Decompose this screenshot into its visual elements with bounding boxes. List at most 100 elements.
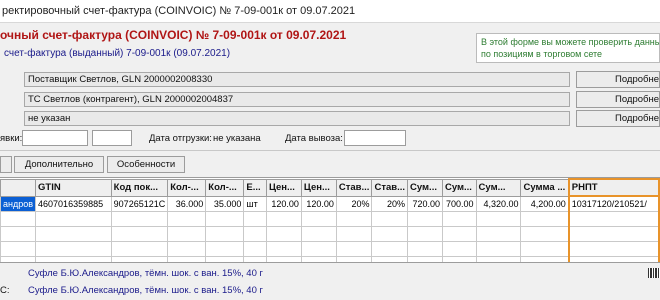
table-cell[interactable]	[243, 211, 267, 227]
table-cell[interactable]	[441, 256, 477, 262]
table-cell[interactable]	[35, 256, 112, 262]
table-cell[interactable]	[567, 226, 660, 242]
table-cell[interactable]	[167, 226, 207, 242]
consignee-field[interactable]: не указан	[24, 111, 570, 126]
table-cell[interactable]: 4607016359885	[35, 195, 112, 212]
table-cell[interactable]	[167, 256, 207, 262]
table-cell[interactable]	[371, 211, 409, 227]
column-header[interactable]: Сум...	[441, 178, 477, 197]
table-cell[interactable]	[475, 211, 522, 227]
table-cell[interactable]	[520, 256, 570, 262]
table-cell[interactable]	[265, 256, 302, 262]
table-cell[interactable]	[407, 256, 443, 262]
table-cell[interactable]	[35, 241, 112, 257]
export-date-input[interactable]	[344, 130, 406, 146]
table-cell[interactable]	[205, 211, 245, 227]
column-header[interactable]: Цен...	[265, 178, 302, 197]
table-cell[interactable]	[265, 211, 302, 227]
table-cell[interactable]	[335, 226, 373, 242]
counterparty-field[interactable]: ТС Светлов (контрагент), GLN 20000020048…	[24, 92, 570, 107]
table-cell[interactable]	[243, 226, 267, 242]
table-cell[interactable]: 36.000	[167, 195, 207, 212]
delivery-time-input[interactable]	[92, 130, 132, 146]
counterparty-details-button[interactable]: Подробне	[576, 91, 660, 108]
table-cell[interactable]: андров	[0, 195, 37, 212]
table-cell[interactable]: 120.00	[265, 195, 302, 212]
table-cell[interactable]: 4,320.00	[475, 195, 522, 212]
table-cell[interactable]	[110, 226, 169, 242]
column-header[interactable]: Кол-...	[205, 178, 245, 197]
features-button[interactable]: Особенности	[107, 156, 185, 173]
table-cell[interactable]	[335, 256, 373, 262]
table-cell[interactable]	[300, 211, 337, 227]
column-header[interactable]: Е...	[243, 178, 267, 197]
table-cell[interactable]: 35.000	[205, 195, 245, 212]
column-header[interactable]: Цен...	[300, 178, 337, 197]
supplier-details-button[interactable]: Подробне	[576, 71, 660, 88]
table-cell[interactable]	[300, 226, 337, 242]
table-row[interactable]: андров 4607016359885 907265121C 36.000 35.00…	[0, 195, 660, 212]
column-header[interactable]: РНПТ	[567, 178, 660, 197]
table-row-empty[interactable]	[0, 226, 660, 242]
table-cell[interactable]	[0, 256, 37, 262]
table-cell[interactable]	[520, 241, 570, 257]
additional-button[interactable]: Дополнительно	[14, 156, 104, 173]
table-cell[interactable]: 4,200.00	[520, 195, 570, 212]
table-cell[interactable]	[35, 226, 112, 242]
table-cell[interactable]	[475, 241, 522, 257]
consignee-details-button[interactable]: Подробне	[576, 110, 660, 127]
column-header[interactable]: Сум...	[475, 178, 522, 197]
table-cell[interactable]	[205, 226, 245, 242]
table-cell[interactable]	[35, 211, 112, 227]
delivery-date-input[interactable]	[22, 130, 88, 146]
table-cell[interactable]: 120.00	[300, 195, 337, 212]
barcode-icon[interactable]	[648, 268, 660, 278]
table-cell[interactable]	[335, 241, 373, 257]
table-cell[interactable]	[205, 241, 245, 257]
table-row-empty[interactable]	[0, 241, 660, 257]
column-header[interactable]	[0, 178, 37, 197]
table-cell[interactable]	[567, 211, 660, 227]
column-header[interactable]: Сум...	[407, 178, 443, 197]
table-cell[interactable]	[167, 241, 207, 257]
table-cell[interactable]	[110, 256, 169, 262]
table-cell[interactable]	[243, 241, 267, 257]
column-header[interactable]: GTIN	[35, 178, 112, 197]
column-header[interactable]: Код пок...	[110, 178, 169, 197]
column-header[interactable]: Сумма ...	[520, 178, 570, 197]
table-cell[interactable]	[243, 256, 267, 262]
table-cell[interactable]	[441, 226, 477, 242]
items-grid[interactable]: GTIN Код пок... Кол-... Кол-... Е... Цен... Це…	[0, 177, 660, 263]
table-cell[interactable]	[520, 226, 570, 242]
table-cell[interactable]	[407, 211, 443, 227]
table-cell[interactable]: 700.00	[441, 195, 477, 212]
table-cell[interactable]	[567, 241, 660, 257]
toolbar-left-button[interactable]	[0, 156, 12, 173]
table-cell[interactable]: 720.00	[407, 195, 443, 212]
table-cell[interactable]: 20%	[335, 195, 373, 212]
table-cell[interactable]	[371, 241, 409, 257]
table-cell[interactable]	[567, 256, 660, 262]
table-cell[interactable]	[475, 226, 522, 242]
table-cell[interactable]	[0, 226, 37, 242]
column-header[interactable]: Кол-...	[167, 178, 207, 197]
table-cell[interactable]	[371, 256, 409, 262]
column-header[interactable]: Став...	[335, 178, 373, 197]
table-cell[interactable]	[0, 211, 37, 227]
table-cell[interactable]	[300, 241, 337, 257]
table-cell[interactable]	[110, 211, 169, 227]
table-row-empty[interactable]	[0, 211, 660, 227]
table-cell[interactable]	[167, 211, 207, 227]
table-cell[interactable]	[335, 211, 373, 227]
table-cell[interactable]	[475, 256, 522, 262]
table-cell[interactable]: 20%	[371, 195, 409, 212]
column-header[interactable]: Став...	[371, 178, 409, 197]
table-cell[interactable]	[441, 241, 477, 257]
table-cell[interactable]	[265, 226, 302, 242]
table-cell[interactable]	[407, 226, 443, 242]
table-cell[interactable]	[407, 241, 443, 257]
table-cell[interactable]	[110, 241, 169, 257]
table-cell[interactable]: шт	[243, 195, 267, 212]
table-cell[interactable]	[0, 241, 37, 257]
table-cell[interactable]	[265, 241, 302, 257]
